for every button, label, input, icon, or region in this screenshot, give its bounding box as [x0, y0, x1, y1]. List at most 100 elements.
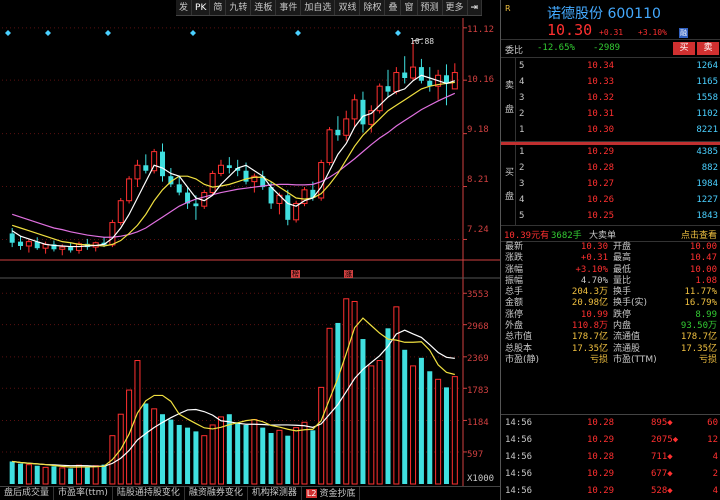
- toolbar-jian-button[interactable]: 简: [210, 0, 227, 15]
- toolbar-overlay-button[interactable]: 叠: [385, 0, 402, 15]
- volume-bar: [185, 427, 191, 484]
- candle-body: [9, 233, 15, 243]
- tick-count: 12: [707, 435, 718, 445]
- candle-body: [18, 241, 24, 246]
- order-price: 10.26: [587, 195, 615, 205]
- volume-axis-label: 3553: [467, 290, 489, 300]
- candle-body: [326, 129, 333, 164]
- volume-bar: [68, 468, 74, 484]
- tab-institution-detector[interactable]: 机构探测器: [248, 487, 302, 500]
- toolbar-pk-button[interactable]: PK: [192, 0, 211, 15]
- stat-label: 涨幅: [505, 264, 524, 275]
- tick-row: 14:56 10.28 711◆ 4: [501, 449, 720, 466]
- event-marker[interactable]: 涨: [344, 270, 353, 278]
- stat-value: 178.7亿: [571, 332, 608, 343]
- high-price-label: 10.88: [410, 37, 435, 46]
- volume-bar: [435, 378, 442, 485]
- stat-label: 换手: [613, 287, 632, 298]
- stats-row: 总股本 17.35亿 流通股 17.35亿: [501, 344, 720, 355]
- volume-bar: [418, 357, 424, 484]
- candle-body: [143, 165, 149, 171]
- toolbar-event-button[interactable]: 事件: [276, 0, 302, 15]
- stats-row: 总市值 178.7亿 流通值 178.7亿: [501, 332, 720, 343]
- order-level: 4: [519, 195, 525, 205]
- tab-pe-ttm[interactable]: 市盈率(ttm): [54, 487, 113, 500]
- sell-order-row[interactable]: 5 10.34 1264: [501, 61, 720, 77]
- tab-margin-trading[interactable]: 融资融券变化: [185, 487, 248, 500]
- order-price: 10.30: [587, 125, 615, 135]
- order-price: 10.28: [587, 163, 615, 173]
- sell-order-row[interactable]: 4 10.33 1165: [501, 77, 720, 93]
- stats-row: 涨幅 +3.10% 最低 10.00: [501, 265, 720, 276]
- order-qty: 1843: [696, 211, 718, 221]
- sell-order-row[interactable]: 1 10.30 8221: [501, 125, 720, 141]
- sell-order-row[interactable]: 3 10.32 1558: [501, 93, 720, 109]
- candle-body: [226, 165, 232, 168]
- buy-order-row[interactable]: 2 10.28 882: [501, 163, 720, 179]
- view-details-link[interactable]: 点击查看: [681, 228, 717, 241]
- toolbar-window-button[interactable]: 窗: [401, 0, 418, 15]
- toolbar-fa-button[interactable]: 发: [176, 0, 193, 15]
- tab-northbound-holding[interactable]: 陆股通持股变化: [113, 487, 185, 500]
- stat-label: 换手(实): [613, 298, 648, 309]
- stat-label: 内盘: [613, 321, 632, 332]
- margin-tag: 融: [679, 28, 688, 38]
- kline-chart-area[interactable]: 发 PK 简 九转 连板 事件 加自选 双线 除权 叠 窗 预测 更多 ⇥ 11…: [0, 0, 500, 500]
- stat-label: 金额: [505, 298, 524, 309]
- candle-body: [402, 72, 408, 78]
- stat-value: 1.08: [695, 275, 717, 286]
- volume-axis-label: 2369: [467, 354, 489, 364]
- stat-label: 市盈(TTM): [613, 354, 657, 365]
- big-order-price: 10.39元有: [504, 228, 549, 241]
- stat-value: 8.99: [695, 309, 717, 320]
- sell-button[interactable]: 卖: [697, 42, 719, 55]
- toolbar-expand-icon[interactable]: ⇥: [468, 0, 483, 15]
- tick-row: 14:56 10.28 895◆ 60: [501, 415, 720, 432]
- stat-label: 总股本: [505, 343, 533, 354]
- event-marker[interactable]: 榜: [291, 270, 300, 278]
- candle-body: [109, 222, 116, 246]
- candle-body: [393, 72, 400, 93]
- tick-volume: 677◆: [651, 469, 673, 479]
- toolbar-more-button[interactable]: 更多: [443, 0, 468, 15]
- price-axis-label: 8.21: [467, 175, 489, 185]
- ma20-line: [11, 92, 456, 238]
- toolbar-jiuzhuan-button[interactable]: 九转: [226, 0, 252, 15]
- order-price: 10.29: [587, 147, 615, 157]
- tick-volume: 895◆: [651, 418, 673, 428]
- tab-capital-bottom-fishing[interactable]: L2 资金抄底: [302, 487, 361, 500]
- toolbar-lianban-button[interactable]: 连板: [251, 0, 277, 15]
- tick-price: 10.28: [587, 452, 615, 462]
- tab-after-hours-volume[interactable]: 盘后成交量: [0, 487, 55, 500]
- candle-body: [193, 203, 199, 207]
- stat-label: 最低: [613, 264, 632, 275]
- current-price: 10.30: [547, 21, 593, 39]
- sell-order-row[interactable]: 2 10.31 1102: [501, 109, 720, 125]
- stat-value: +0.31: [580, 253, 608, 264]
- volume-axis-label: 1783: [467, 386, 489, 396]
- volume-bar: [160, 414, 166, 484]
- volume-axis-label: 1184: [467, 418, 489, 428]
- kline-chart[interactable]: [0, 0, 500, 500]
- buy-order-row[interactable]: 4 10.26 1227: [501, 195, 720, 211]
- buy-order-row[interactable]: 1 10.29 4385: [501, 147, 720, 163]
- volume-bar: [75, 464, 82, 485]
- volume-bar: [209, 424, 216, 485]
- buy-order-row[interactable]: 3 10.27 1984: [501, 179, 720, 195]
- volume-bar: [260, 427, 266, 484]
- candle-body: [134, 164, 141, 180]
- tick-count: 4: [712, 452, 718, 462]
- toolbar-add-watchlist-button[interactable]: 加自选: [301, 0, 336, 15]
- toolbar-forecast-button[interactable]: 预测: [418, 0, 443, 15]
- order-ratio-diff: -2989: [593, 43, 621, 53]
- stats-row: 振幅 4.70% 量比 1.08: [501, 276, 720, 287]
- toolbar-ex-rights-button[interactable]: 除权: [360, 0, 386, 15]
- order-level: 1: [519, 147, 525, 157]
- order-level: 5: [519, 61, 525, 71]
- volume-bar: [92, 465, 99, 485]
- stat-label: 涨跌: [505, 253, 524, 264]
- candle-body: [217, 164, 224, 174]
- buy-order-row[interactable]: 5 10.25 1843: [501, 211, 720, 227]
- toolbar-dual-line-button[interactable]: 双线: [335, 0, 361, 15]
- buy-button[interactable]: 买: [673, 42, 695, 55]
